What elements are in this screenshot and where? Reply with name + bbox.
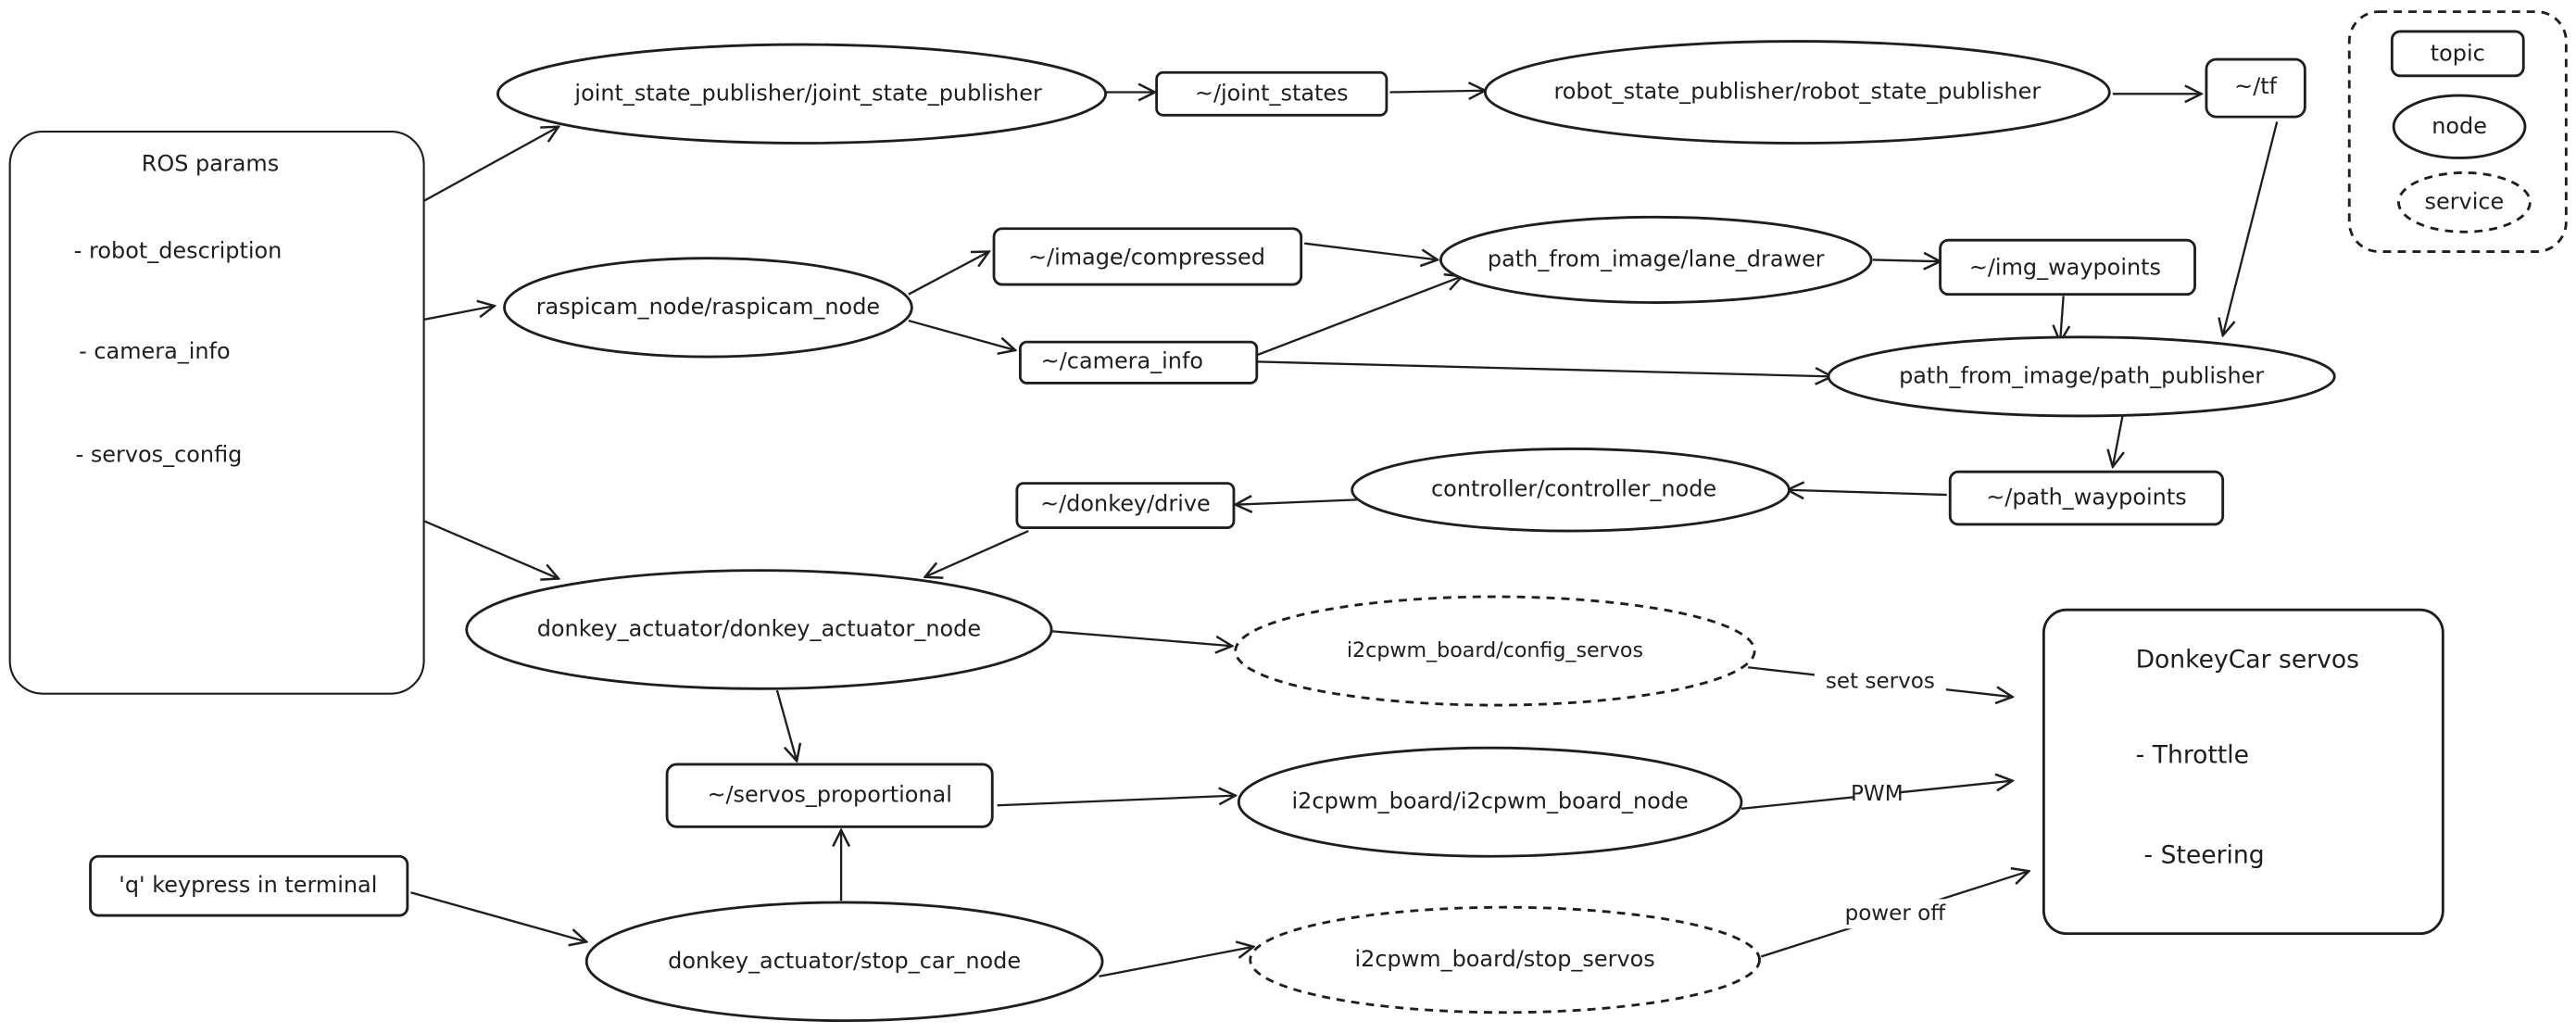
edge-camera-info-to-path-publisher [1256, 360, 1832, 376]
node-lane-drawer[interactable]: path_from_image/lane_drawer [1439, 215, 1873, 304]
donkeycar-servos-title: DonkeyCar servos [2136, 646, 2359, 675]
param-camera-info: - camera_info [79, 338, 231, 364]
edge-image-compressed-to-lane-drawer [1304, 242, 1438, 260]
topic-path-waypoints-label: ~/path_waypoints [1986, 485, 2186, 511]
edge-actuator-to-servos-proportional [775, 689, 797, 761]
edge-path-publisher-to-path-waypoints [2113, 415, 2123, 467]
donkeycar-servos-box: DonkeyCar servos - Throttle - Steering [2042, 608, 2444, 936]
node-stop-car-label: donkey_actuator/stop_car_node [668, 948, 1021, 974]
node-lane-drawer-label: path_from_image/lane_drawer [1488, 246, 1825, 271]
keypress-label: 'q' keypress in terminal [119, 872, 377, 898]
edge-raspicam-to-image-compressed [908, 252, 989, 296]
edge-stop-car-to-stop-servos [1099, 947, 1254, 977]
node-actuator[interactable]: donkey_actuator/donkey_actuator_node [465, 569, 1053, 690]
legend-topic-label: topic [2431, 41, 2485, 67]
topic-donkey-drive[interactable]: ~/donkey/drive [1015, 482, 1236, 529]
legend-service-label: service [2425, 188, 2505, 214]
topic-tf[interactable]: ~/tf [2205, 57, 2306, 119]
topic-image-compressed-label: ~/image/compressed [1028, 245, 1265, 271]
service-stop-servos-label: i2cpwm_board/stop_servos [1354, 946, 1654, 972]
service-config-servos[interactable]: i2cpwm_board/config_servos [1234, 595, 1756, 707]
node-controller[interactable]: controller/controller_node [1351, 447, 1791, 533]
topic-servos-proportional[interactable]: ~/servos_proportional [665, 763, 994, 828]
edge-path-waypoints-to-controller [1788, 490, 1947, 495]
ros-params-frame [8, 131, 425, 695]
edge-actuator-to-config-servos [1051, 630, 1232, 646]
param-servos-config: - servos_config [76, 441, 243, 467]
edge-controller-to-donkey-drive [1236, 499, 1358, 504]
node-jsp[interactable]: joint_state_publisher/joint_state_publis… [496, 43, 1108, 145]
topic-img-waypoints[interactable]: ~/img_waypoints [1939, 238, 2196, 296]
ros-params-title: ROS params [142, 151, 279, 177]
topic-camera-info-label: ~/camera_info [1041, 347, 1203, 373]
node-path-publisher-label: path_from_image/path_publisher [1899, 362, 2264, 388]
node-i2cpwm-label: i2cpwm_board/i2cpwm_board_node [1292, 788, 1689, 814]
edge-label: set servos [1826, 670, 1935, 694]
edge-joint-states-to-rsp [1389, 91, 1485, 93]
topic-tf-label: ~/tf [2234, 73, 2278, 99]
topic-joint-states-label: ~/joint_states [1195, 80, 1349, 106]
servo-steering: - Steering [2144, 841, 2265, 870]
node-raspicam-label: raspicam_node/raspicam_node [536, 294, 880, 320]
node-rsp[interactable]: robot_state_publisher/robot_state_publis… [1483, 40, 2111, 145]
node-jsp-label: joint_state_publisher/joint_state_publis… [573, 80, 1042, 106]
edge-servos-proportional-to-i2cpwm [997, 796, 1236, 807]
edge-tf-to-path-publisher [2223, 121, 2279, 335]
topic-donkey-drive-label: ~/donkey/drive [1040, 491, 1211, 517]
service-stop-servos[interactable]: i2cpwm_board/stop_servos [1249, 905, 1761, 1015]
node-rsp-label: robot_state_publisher/robot_state_publis… [1553, 79, 2041, 105]
servo-throttle: - Throttle [2136, 741, 2249, 770]
edge-camera-info-to-lane-drawer [1256, 276, 1463, 357]
node-raspicam[interactable]: raspicam_node/raspicam_node [503, 257, 913, 359]
legend-node-label: node [2431, 113, 2487, 139]
topic-joint-states[interactable]: ~/joint_states [1155, 70, 1389, 117]
keypress-box: 'q' keypress in terminal [89, 854, 409, 917]
topic-path-waypoints[interactable]: ~/path_waypoints [1948, 470, 2225, 526]
legend: topic node service [2347, 10, 2568, 253]
edge-label: PWM [1851, 782, 1904, 806]
node-i2cpwm[interactable]: i2cpwm_board/i2cpwm_board_node [1237, 746, 1743, 858]
edge-raspicam-to-camera-info [908, 319, 1015, 350]
topic-camera-info[interactable]: ~/camera_info [1018, 340, 1259, 385]
edge-label: power off [1845, 902, 1947, 926]
ros-params-box: ROS params - robot_description - camera_… [8, 131, 425, 695]
node-stop-car[interactable]: donkey_actuator/stop_car_node [584, 901, 1104, 1023]
param-robot-description: - robot_description [74, 238, 283, 264]
ros-graph-diagram: set servos PWM power off topic node servic… [8, 10, 2568, 1023]
topic-servos-proportional-label: ~/servos_proportional [707, 782, 951, 808]
topic-image-compressed[interactable]: ~/image/compressed [992, 227, 1303, 286]
edge-img-waypoints-to-path-publisher [2060, 296, 2064, 342]
service-config-servos-label: i2cpwm_board/config_servos [1347, 638, 1643, 662]
edge-lane-drawer-to-img-waypoints [1872, 259, 1941, 261]
node-path-publisher[interactable]: path_from_image/path_publisher [1827, 335, 2336, 418]
topic-img-waypoints-label: ~/img_waypoints [1969, 254, 2161, 280]
edge-donkey-drive-to-actuator [925, 530, 1029, 577]
edge-keypress-to-stop-car [410, 891, 586, 941]
edges-layer: set servos PWM power off [258, 91, 2279, 977]
node-controller-label: controller/controller_node [1431, 476, 1716, 502]
node-actuator-label: donkey_actuator/donkey_actuator_node [537, 615, 981, 641]
